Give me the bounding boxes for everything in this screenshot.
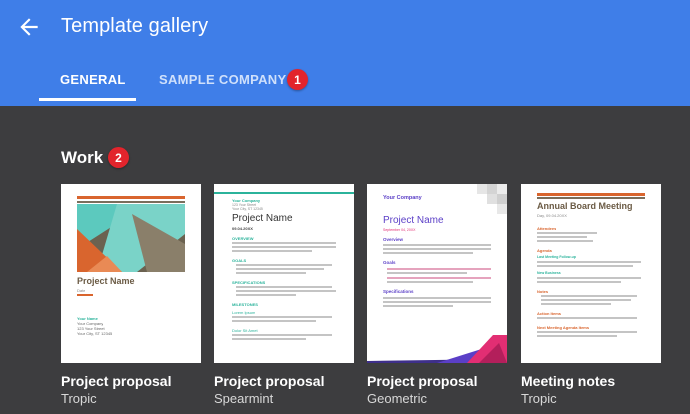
page-title: Template gallery — [61, 15, 209, 37]
template-thumbnail[interactable]: Annual Board Meeting Day, 09.04.20XX Att… — [521, 184, 661, 363]
tab-general[interactable]: GENERAL — [60, 72, 126, 87]
template-title[interactable]: Project proposal — [214, 373, 324, 389]
template-subtitle: Geometric — [367, 391, 427, 406]
active-tab-indicator — [39, 98, 136, 101]
arrow-left-icon[interactable] — [16, 14, 42, 40]
tab-sample-company[interactable]: SAMPLE COMPANY — [159, 72, 286, 87]
template-title[interactable]: Meeting notes — [521, 373, 615, 389]
accent-bar — [77, 196, 185, 199]
accent-bar — [537, 193, 645, 196]
template-thumbnail[interactable]: Project Name Date Your Name Your Company… — [61, 184, 201, 363]
geometric-corner-art — [477, 184, 507, 214]
template-thumbnail[interactable]: Your Company Project Name September 04, … — [367, 184, 507, 363]
template-subtitle: Tropic — [61, 391, 97, 406]
app-bar: Template gallery GENERAL SAMPLE COMPANY … — [0, 0, 690, 106]
callout-badge-1: 1 — [287, 69, 308, 90]
template-title[interactable]: Project proposal — [367, 373, 477, 389]
template-thumbnail[interactable]: Your Company 123 Your Street Your City, … — [214, 184, 354, 363]
accent-bar — [214, 192, 354, 194]
template-subtitle: Spearmint — [214, 391, 274, 406]
geometric-footer-art — [367, 335, 507, 363]
callout-badge-2: 2 — [108, 147, 129, 168]
section-title-work: Work — [61, 148, 104, 167]
tropic-cover-art — [77, 204, 185, 272]
template-title[interactable]: Project proposal — [61, 373, 171, 389]
template-subtitle: Tropic — [521, 391, 557, 406]
